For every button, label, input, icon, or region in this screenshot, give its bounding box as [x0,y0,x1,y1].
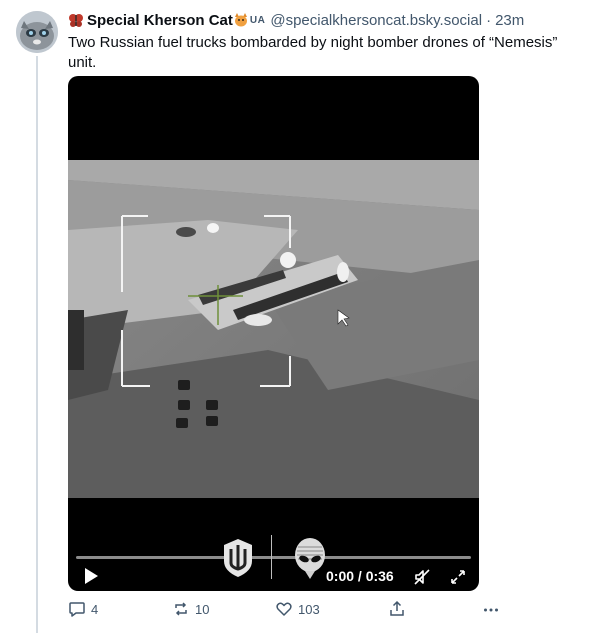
fullscreen-icon[interactable] [449,568,467,586]
like-icon [276,602,292,616]
like-count: 103 [298,601,320,617]
author-handle[interactable]: @specialkhersoncat.bsky.social [270,12,482,29]
more-icon [484,608,498,612]
video-controls: 0:00 / 0:36 [68,513,479,591]
cat-avatar-image [16,11,58,53]
video-time: 0:00 / 0:36 [326,568,394,584]
repost-button[interactable]: 10 [172,600,209,618]
reply-button[interactable]: 4 [68,600,98,618]
separator-dot: · [486,11,492,29]
thread-line [36,56,38,633]
avatar[interactable] [16,11,58,53]
like-button[interactable]: 103 [275,600,320,618]
country-badge: UA [249,14,266,26]
post-header: Special Kherson Cat UA @specialkhersonca… [68,10,589,30]
post-text: Two Russian fuel trucks bombarded by nig… [68,34,558,71]
butterfly-emoji-icon [69,14,83,27]
cat-emoji-icon [234,13,247,27]
reply-count: 4 [91,601,99,617]
video-player[interactable]: 0:00 / 0:36 [68,76,479,591]
play-icon[interactable] [82,566,100,586]
share-icon [390,600,404,616]
logo-divider [271,535,272,579]
mute-icon[interactable] [413,568,431,586]
author-name[interactable]: Special Kherson Cat [87,12,233,29]
share-button[interactable] [388,600,406,618]
post-actions: 4 10 103 [68,600,508,622]
repost-count: 10 [195,601,210,617]
video-frame [68,160,479,498]
reply-icon [69,602,85,617]
more-options-button[interactable] [482,600,500,618]
video-scrubber[interactable] [76,556,471,559]
trident-logo-icon [224,539,252,577]
post-time[interactable]: 23m [495,12,524,29]
alien-logo-icon [295,538,325,579]
repost-icon [175,602,187,616]
